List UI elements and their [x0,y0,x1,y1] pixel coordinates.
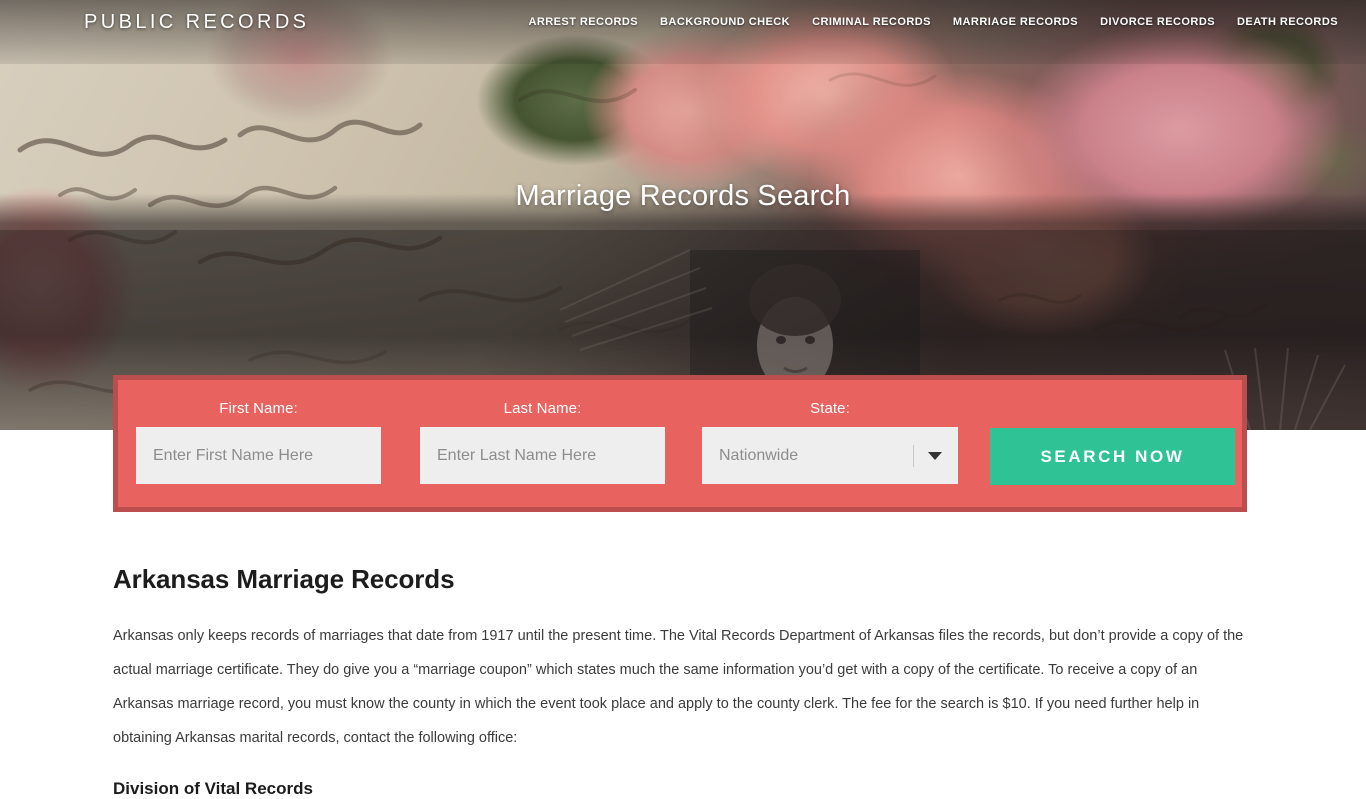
last-name-field-group: Last Name: [420,400,665,484]
article-heading: Arkansas Marriage Records [113,564,455,594]
last-name-label: Last Name: [503,400,582,417]
state-select[interactable]: Nationwide [702,427,958,484]
first-name-label: First Name: [219,400,298,417]
first-name-input[interactable] [136,427,381,484]
article-subheading: Division of Vital Records [113,779,313,798]
state-label: State: [810,400,850,417]
main-navigation: ARREST RECORDS BACKGROUND CHECK CRIMINAL… [528,16,1338,28]
site-header: PUBLIC RECORDS ARREST RECORDS BACKGROUND… [0,0,1366,44]
nav-item-background-check[interactable]: BACKGROUND CHECK [660,16,790,28]
search-now-button[interactable]: SEARCH NOW [990,428,1235,485]
hero-banner: PUBLIC RECORDS ARREST RECORDS BACKGROUND… [0,0,1366,430]
search-form-panel: First Name: Last Name: State: Nationwide… [113,375,1247,512]
last-name-input[interactable] [420,427,665,484]
state-select-value: Nationwide [719,446,799,464]
first-name-field-group: First Name: [136,400,381,484]
article-paragraph: Arkansas only keeps records of marriages… [113,628,1244,746]
nav-item-criminal-records[interactable]: CRIMINAL RECORDS [812,16,931,28]
page-title: Marriage Records Search [515,180,851,212]
nav-item-death-records[interactable]: DEATH RECORDS [1237,16,1338,28]
chevron-down-icon [928,451,942,460]
nav-item-divorce-records[interactable]: DIVORCE RECORDS [1100,16,1215,28]
state-field-group: State: Nationwide [702,400,958,484]
nav-item-arrest-records[interactable]: ARREST RECORDS [528,16,638,28]
site-logo[interactable]: PUBLIC RECORDS [84,11,309,34]
select-divider [913,445,914,467]
nav-item-marriage-records[interactable]: MARRIAGE RECORDS [953,16,1078,28]
hero-background-image [0,0,1366,430]
